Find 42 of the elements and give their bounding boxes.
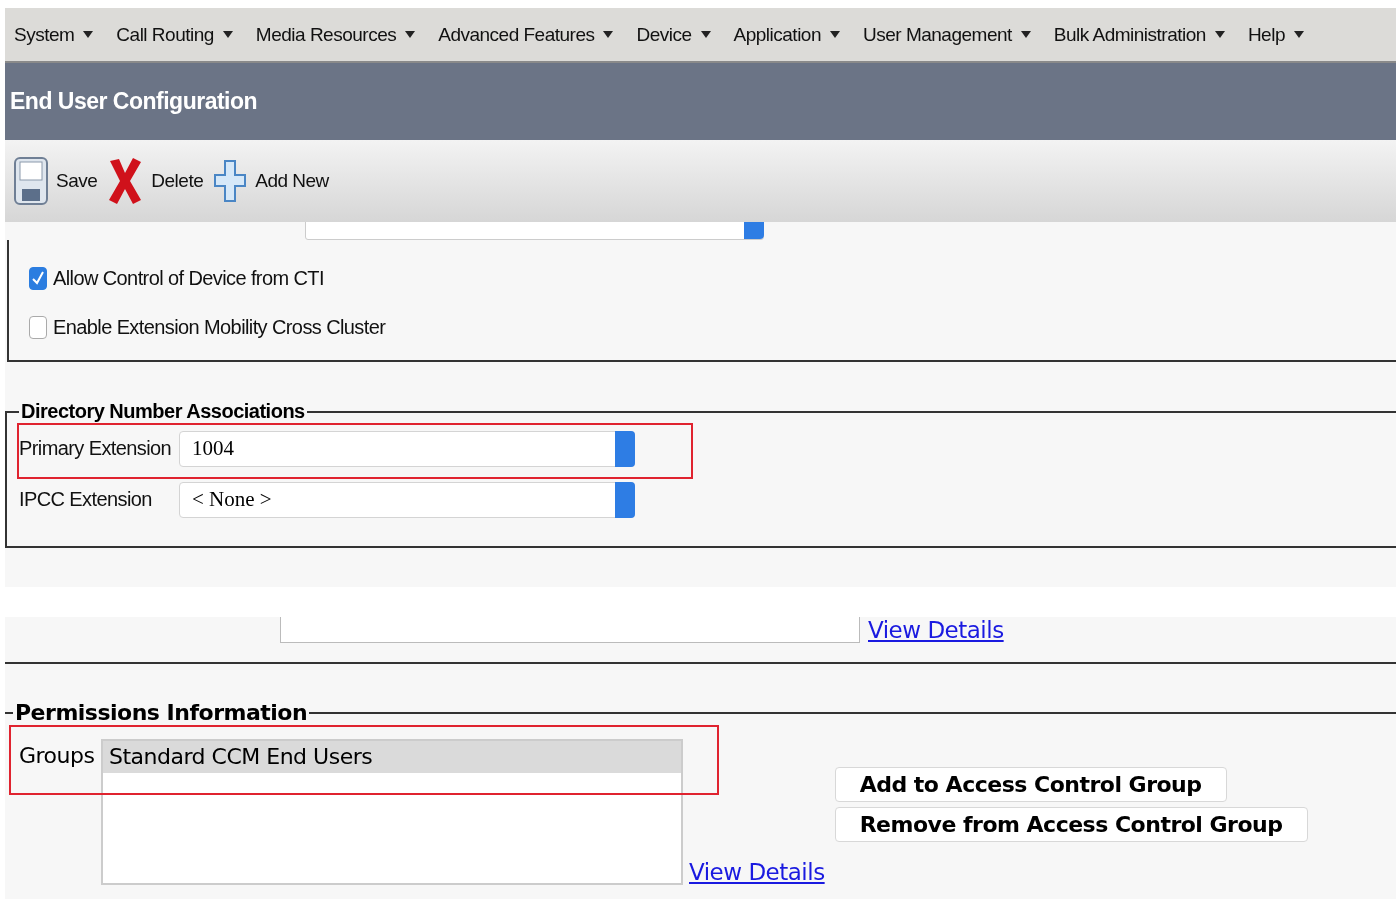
- dropdown-field[interactable]: < None >: [179, 481, 635, 518]
- caret-icon: [603, 31, 614, 38]
- input-field[interactable]: [280, 617, 860, 643]
- caret-icon: [700, 31, 711, 38]
- menu-item[interactable]: System: [14, 23, 94, 46]
- field-label: Groups: [19, 742, 96, 768]
- menu-item[interactable]: Media Resources: [255, 23, 416, 46]
- section-legend: Permissions Information: [13, 700, 310, 725]
- caret-icon: [830, 31, 840, 38]
- action-button[interactable]: Add to Access Control Group: [834, 767, 1227, 802]
- list-item[interactable]: Standard CCM End Users: [103, 741, 681, 773]
- page-title: End User Configuration: [10, 88, 258, 115]
- menu-item[interactable]: Device: [636, 23, 711, 46]
- view-details-link[interactable]: View Details: [868, 617, 1004, 643]
- field-label: Primary Extension: [19, 437, 173, 460]
- dropdown-field[interactable]: 1004: [179, 430, 635, 467]
- plus-icon: [213, 159, 248, 203]
- menu-item[interactable]: Application: [733, 23, 840, 46]
- menu-item[interactable]: Help: [1247, 23, 1304, 46]
- field-label: IPCC Extension: [19, 488, 153, 511]
- section-legend: Directory Number Associations: [19, 400, 307, 423]
- checkbox[interactable]: [29, 316, 47, 339]
- add-new-button[interactable]: Add New: [213, 159, 329, 203]
- checkbox[interactable]: [29, 266, 47, 290]
- caret-icon: [1020, 31, 1031, 38]
- caret-icon: [222, 31, 233, 38]
- caret-icon: [83, 31, 94, 38]
- menu-item[interactable]: User Management: [863, 23, 1031, 46]
- list-box[interactable]: Standard CCM End Users: [101, 739, 683, 885]
- menu-item[interactable]: Call Routing: [116, 23, 233, 46]
- caret-icon: [405, 31, 416, 38]
- save-button[interactable]: Save: [14, 157, 98, 205]
- caret-icon: [1214, 31, 1225, 38]
- menu-item[interactable]: Advanced Features: [438, 23, 614, 46]
- checkbox-label: Allow Control of Device from CTI: [53, 266, 324, 290]
- caret-icon: [1293, 31, 1304, 38]
- action-button[interactable]: Remove from Access Control Group: [834, 807, 1308, 842]
- delete-button[interactable]: Delete: [107, 157, 204, 205]
- menu-item[interactable]: Bulk Administration: [1053, 23, 1225, 46]
- view-details-link[interactable]: View Details: [689, 859, 825, 885]
- checkbox-label: Enable Extension Mobility Cross Cluster: [53, 316, 386, 339]
- cross-icon: [107, 157, 144, 205]
